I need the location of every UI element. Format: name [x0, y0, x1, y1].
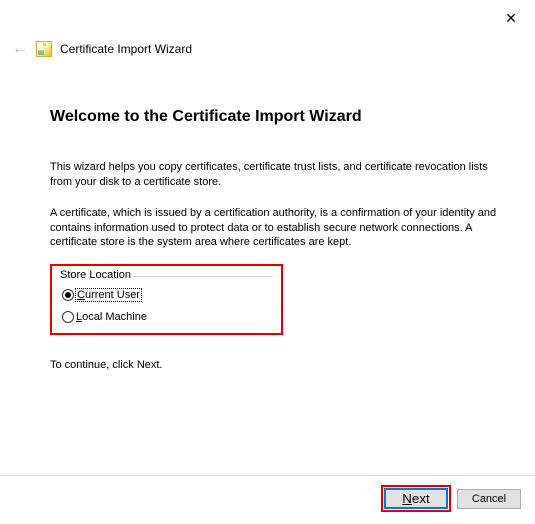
wizard-title-small: Certificate Import Wizard [60, 42, 192, 56]
footer-divider [0, 475, 535, 476]
next-button-highlight: Next [381, 485, 451, 512]
wizard-header: ← Certificate Import Wizard [12, 40, 192, 58]
back-arrow-icon[interactable]: ← [12, 40, 28, 58]
radio-local-machine[interactable]: Local Machine [62, 311, 271, 323]
intro-paragraph-1: This wizard helps you copy certificates,… [50, 160, 498, 190]
radio-current-user[interactable]: Current User [62, 289, 271, 301]
page-title: Welcome to the Certificate Import Wizard [50, 108, 498, 126]
cancel-button[interactable]: Cancel [457, 489, 521, 509]
close-icon[interactable]: ✕ [501, 8, 521, 28]
group-legend: Store Location [60, 269, 133, 281]
radio-icon [62, 289, 74, 301]
radio-icon [62, 311, 74, 323]
intro-paragraph-2: A certificate, which is issued by a cert… [50, 206, 498, 251]
radio-label-local-machine: Local Machine [76, 311, 147, 323]
store-location-group: Store Location Current User Local Machin… [50, 264, 283, 335]
footer-buttons: Next Cancel [381, 485, 521, 512]
wizard-content: Welcome to the Certificate Import Wizard… [50, 108, 498, 371]
certificate-wizard-icon [36, 41, 52, 57]
continue-note: To continue, click Next. [50, 359, 498, 371]
next-button[interactable]: Next [384, 488, 448, 509]
radio-label-current-user: Current User [76, 289, 141, 301]
